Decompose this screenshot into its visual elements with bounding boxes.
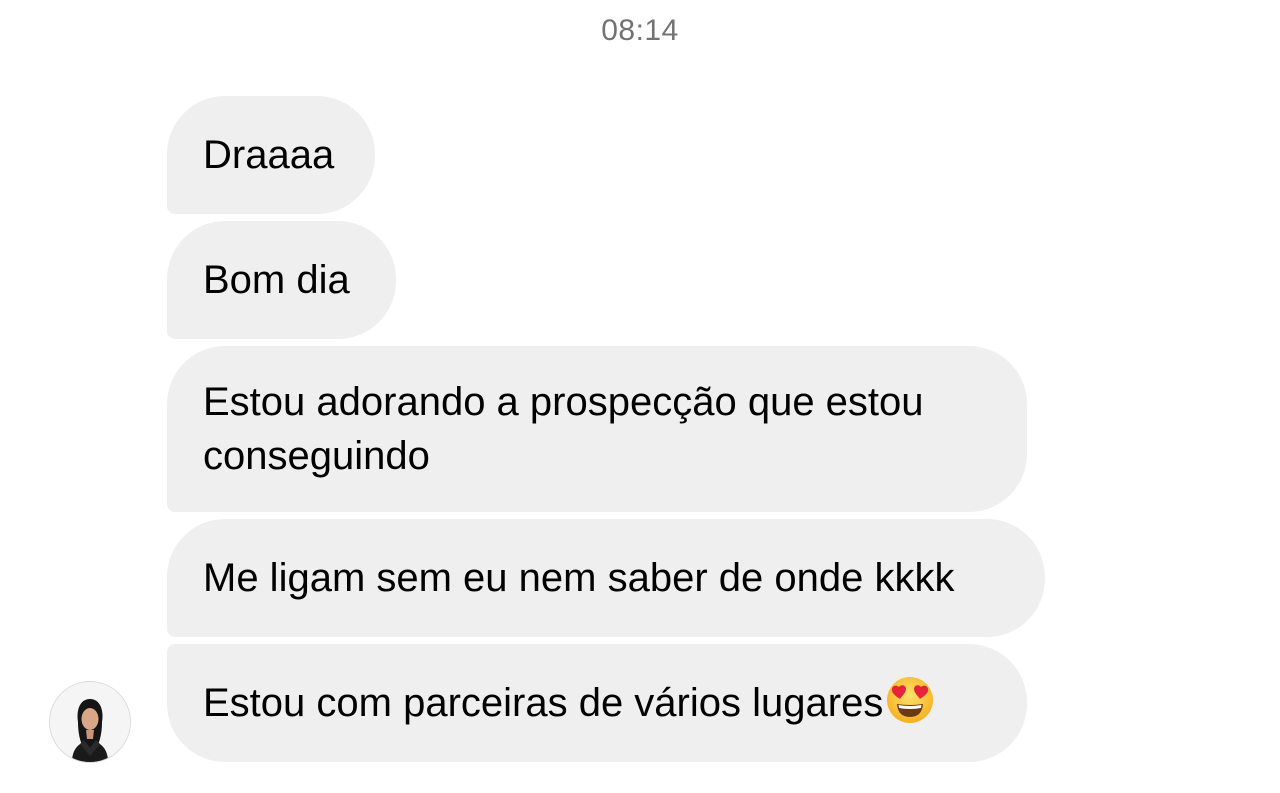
message-text: Estou com parceiras de vários lugares <box>203 681 884 725</box>
message-bubble[interactable]: Estou com parceiras de vários lugares <box>167 644 1027 762</box>
message-text: Estou adorando a prospecção que estou co… <box>203 380 924 478</box>
message-bubble[interactable]: Draaaa <box>167 96 375 214</box>
profile-photo-icon <box>50 682 130 762</box>
message-text: Me ligam sem eu nem saber de onde kkkk <box>203 556 955 600</box>
message-text: Bom dia <box>203 258 350 302</box>
heart-eyes-emoji-icon <box>887 677 934 723</box>
message-text: Draaaa <box>203 133 335 177</box>
sender-avatar[interactable] <box>49 681 131 763</box>
message-bubble[interactable]: Bom dia <box>167 221 396 339</box>
message-bubble[interactable]: Estou adorando a prospecção que estou co… <box>167 346 1027 512</box>
message-timestamp: 08:14 <box>601 14 679 47</box>
message-bubble[interactable]: Me ligam sem eu nem saber de onde kkkk <box>167 519 1045 637</box>
